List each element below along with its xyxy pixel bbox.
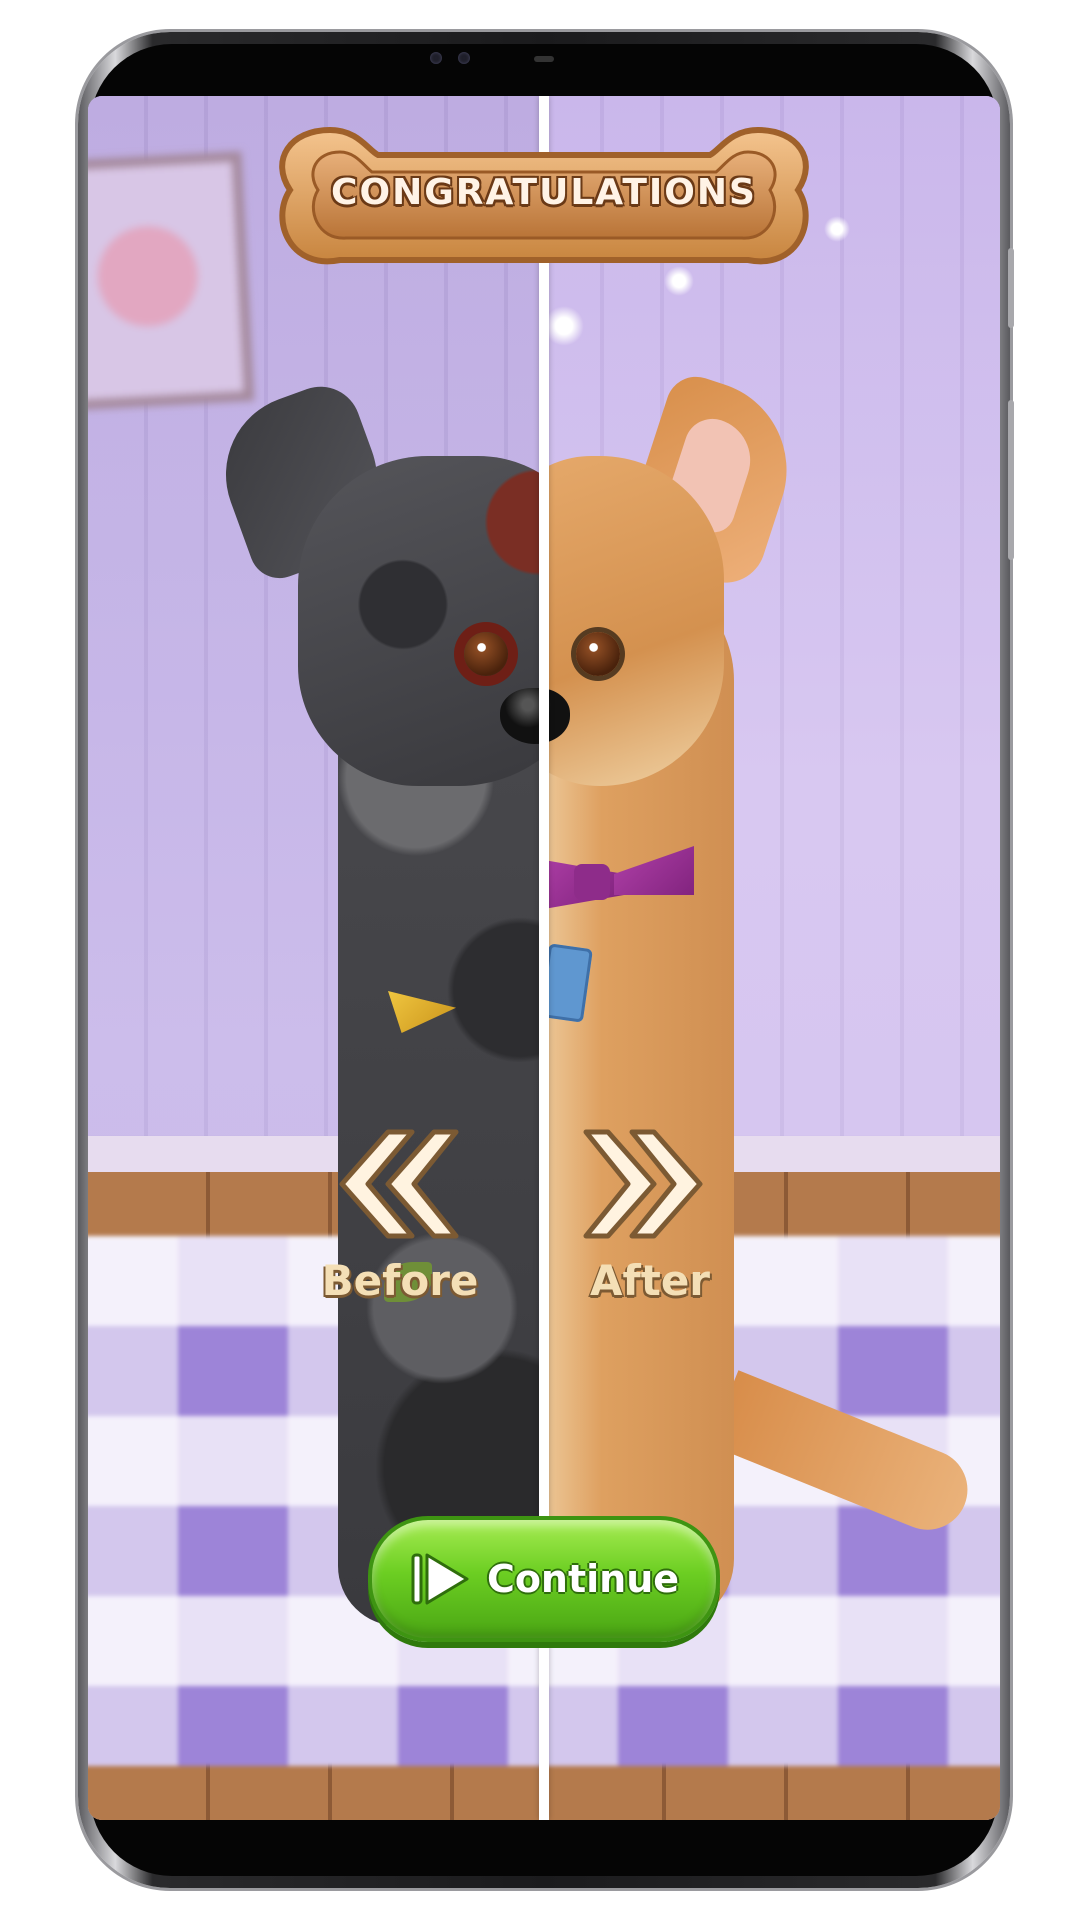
continue-button[interactable]: Continue (368, 1516, 720, 1642)
clean-dog-head (544, 456, 724, 786)
congratulations-title: CONGRATULATIONS (331, 172, 757, 213)
sparkle (544, 306, 584, 346)
after-label: After (589, 1256, 711, 1305)
play-icon (411, 1553, 469, 1605)
front-sensor (430, 52, 442, 64)
before-label: Before (321, 1256, 479, 1305)
earpiece (534, 56, 554, 62)
double-chevron-right-icon[interactable] (582, 1124, 708, 1244)
title-banner: CONGRATULATIONS (260, 110, 828, 290)
power-button (1008, 400, 1014, 560)
double-chevron-left-icon[interactable] (334, 1124, 460, 1244)
continue-label: Continue (486, 1557, 680, 1601)
purple-bowtie (544, 846, 694, 916)
clean-dog-eye (576, 632, 620, 676)
front-camera (458, 52, 470, 64)
dirty-dog-head (298, 456, 544, 786)
dirty-dog-eye (464, 632, 508, 676)
volume-button (1008, 248, 1014, 328)
wall-picture-frame (88, 151, 255, 411)
game-screen: CONGRATULATIONS Before After Continue (88, 96, 1000, 1820)
